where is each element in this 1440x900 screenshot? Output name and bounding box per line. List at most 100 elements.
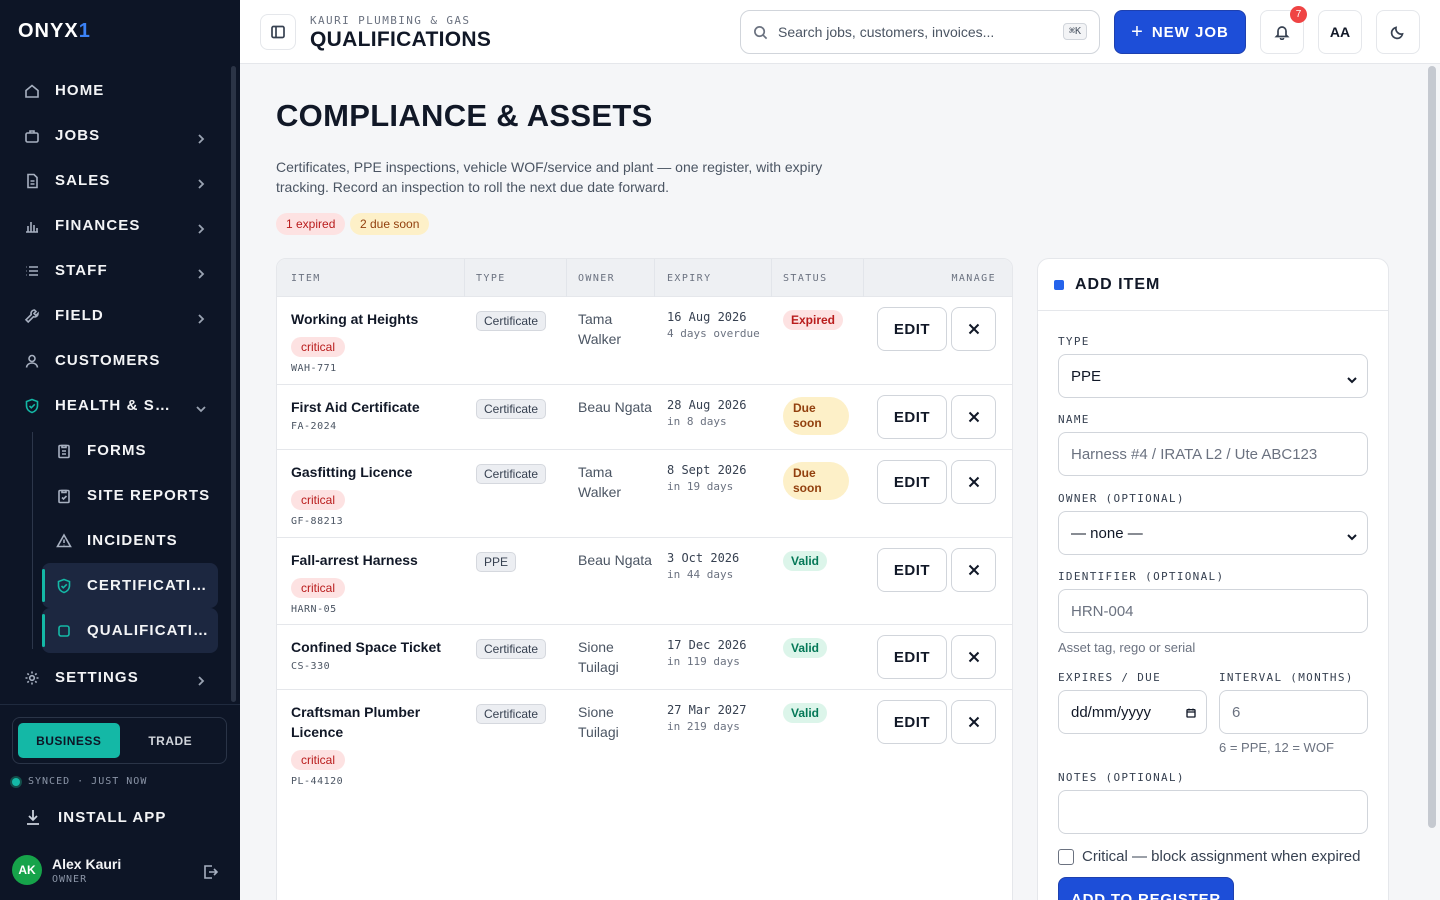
search-input[interactable] bbox=[778, 24, 1048, 40]
edit-button[interactable]: EDIT bbox=[877, 635, 947, 679]
sidebar-item-home[interactable]: HOME bbox=[12, 68, 218, 113]
sidebar-item-site-reports[interactable]: SITE REPORTS bbox=[42, 473, 218, 518]
interval-label: INTERVAL (MONTHS) bbox=[1219, 671, 1354, 684]
sidebar-item-qualifications[interactable]: QUALIFICATIONS bbox=[42, 608, 218, 653]
identifier-label: IDENTIFIER (OPTIONAL) bbox=[1058, 570, 1225, 583]
expiry-relative: in 219 days bbox=[667, 720, 740, 733]
critical-checkbox[interactable] bbox=[1058, 848, 1074, 865]
sidebar-item-settings[interactable]: SETTINGS bbox=[12, 655, 218, 700]
person-icon bbox=[24, 353, 40, 369]
close-icon bbox=[968, 716, 979, 728]
sidebar-item-label: JOBS bbox=[55, 127, 101, 144]
item-identifier: HARN-05 bbox=[291, 604, 337, 615]
sidebar-item-field[interactable]: FIELD bbox=[12, 293, 218, 338]
install-app-button[interactable]: INSTALL APP bbox=[24, 808, 167, 826]
name-input[interactable] bbox=[1071, 445, 1355, 463]
column-header-type: TYPE bbox=[476, 273, 506, 284]
delete-button[interactable] bbox=[951, 700, 996, 744]
sync-dot-icon bbox=[12, 777, 20, 786]
sidebar-item-label: CUSTOMERS bbox=[55, 352, 161, 369]
chevron-down-icon bbox=[1347, 529, 1357, 546]
expiry-relative: in 44 days bbox=[667, 568, 734, 581]
status-badge: Valid bbox=[783, 551, 828, 571]
notification-count-badge: 7 bbox=[1290, 6, 1307, 23]
sidebar-item-label: FIELD bbox=[55, 307, 104, 324]
sidebar-item-certifications[interactable]: CERTIFICATIONS bbox=[42, 563, 218, 608]
delete-button[interactable] bbox=[951, 460, 996, 504]
user-role: OWNER bbox=[52, 873, 88, 885]
owner-select[interactable]: — none — bbox=[1058, 511, 1368, 555]
column-divider bbox=[863, 259, 864, 297]
critical-badge: critical bbox=[291, 337, 346, 357]
sidebar-toggle-button[interactable] bbox=[260, 14, 296, 50]
sidebar-item-finances[interactable]: FINANCES bbox=[12, 203, 218, 248]
expires-date-input[interactable]: dd/mm/yyyy bbox=[1058, 690, 1207, 734]
sidebar-item-customers[interactable]: CUSTOMERS bbox=[12, 338, 218, 383]
owner-label: OWNER (OPTIONAL) bbox=[1058, 492, 1185, 505]
home-icon bbox=[24, 83, 40, 99]
panel-header: ADD ITEM bbox=[1038, 259, 1388, 311]
sidebar-item-sales[interactable]: SALES bbox=[12, 158, 218, 203]
sidebar-item-label: HEALTH & SAFETY bbox=[55, 397, 180, 414]
identifier-input[interactable] bbox=[1071, 602, 1355, 620]
top-header: KAURI PLUMBING & GAS QUALIFICATIONS ⌘K +… bbox=[240, 0, 1440, 64]
sidebar-item-jobs[interactable]: JOBS bbox=[12, 113, 218, 158]
item-name: First Aid Certificate FA-2024 bbox=[291, 397, 461, 433]
register-table: ITEM TYPE OWNER EXPIRY STATUS MANAGE Wor… bbox=[276, 258, 1013, 900]
critical-badge: critical bbox=[291, 578, 346, 598]
clipboard-check-icon bbox=[56, 488, 72, 504]
chevron-right-icon bbox=[196, 131, 206, 144]
table-row: Gasfitting Licence critical GF-88213 Certi… bbox=[277, 450, 1012, 538]
table-row: Working at Heights critical WAH-771 Certif… bbox=[277, 297, 1012, 385]
edit-button[interactable]: EDIT bbox=[877, 307, 947, 351]
page-scrollbar[interactable] bbox=[1428, 66, 1436, 828]
column-header-owner: OWNER bbox=[578, 273, 616, 284]
column-divider bbox=[771, 259, 772, 297]
gear-icon bbox=[24, 670, 40, 686]
calendar-icon[interactable] bbox=[1186, 705, 1196, 722]
interval-input[interactable] bbox=[1232, 703, 1355, 721]
warning-icon bbox=[56, 532, 72, 549]
sidebar-item-incidents[interactable]: INCIDENTS bbox=[42, 518, 218, 563]
expires-label: EXPIRES / DUE bbox=[1058, 671, 1161, 684]
sidebar-item-label: HOME bbox=[55, 82, 105, 99]
sidebar-panel-icon bbox=[271, 25, 285, 39]
status-badge: Due soon bbox=[783, 397, 849, 435]
font-size-button[interactable]: AA bbox=[1318, 10, 1362, 54]
expiry-date: 17 Dec 2026 in 119 days bbox=[667, 638, 747, 668]
due-soon-count-badge: 2 due soon bbox=[350, 213, 430, 235]
moon-icon bbox=[1390, 26, 1404, 40]
delete-button[interactable] bbox=[951, 635, 996, 679]
column-divider bbox=[654, 259, 655, 297]
edit-button[interactable]: EDIT bbox=[877, 548, 947, 592]
sidebar-item-forms[interactable]: FORMS bbox=[42, 428, 218, 473]
delete-button[interactable] bbox=[951, 395, 996, 439]
expiry-date: 8 Sept 2026 in 19 days bbox=[667, 463, 747, 493]
edit-button[interactable]: EDIT bbox=[877, 460, 947, 504]
mode-trade-button[interactable]: TRADE bbox=[120, 723, 222, 758]
column-header-manage: MANAGE bbox=[951, 273, 996, 284]
edit-button[interactable]: EDIT bbox=[877, 395, 947, 439]
sidebar-item-health-safety[interactable]: HEALTH & SAFETY bbox=[12, 383, 218, 428]
add-to-register-button[interactable]: ADD TO REGISTER bbox=[1058, 877, 1234, 900]
delete-button[interactable] bbox=[951, 548, 996, 592]
sidebar-scrollbar[interactable] bbox=[231, 66, 236, 702]
type-select[interactable]: PPE bbox=[1058, 354, 1368, 398]
app-logo[interactable]: ONYX1 bbox=[18, 20, 91, 43]
bar-chart-icon bbox=[24, 218, 40, 234]
logout-icon bbox=[204, 865, 219, 879]
new-job-button[interactable]: + NEW JOB bbox=[1114, 10, 1246, 54]
logout-button[interactable] bbox=[202, 864, 219, 885]
notes-input[interactable] bbox=[1071, 803, 1355, 821]
user-profile[interactable]: AK Alex Kauri OWNER bbox=[12, 855, 121, 885]
item-name: Craftsman Plumber Licence critical PL-4412… bbox=[291, 702, 431, 788]
sidebar-item-label: CERTIFICATIONS bbox=[87, 577, 212, 594]
edit-button[interactable]: EDIT bbox=[877, 700, 947, 744]
mode-business-button[interactable]: BUSINESS bbox=[18, 723, 120, 758]
sidebar-item-staff[interactable]: STAFF bbox=[12, 248, 218, 293]
sidebar-item-label: SITE REPORTS bbox=[87, 487, 211, 504]
column-divider bbox=[464, 259, 465, 297]
dark-mode-button[interactable] bbox=[1376, 10, 1420, 54]
interval-field bbox=[1219, 690, 1368, 734]
delete-button[interactable] bbox=[951, 307, 996, 351]
